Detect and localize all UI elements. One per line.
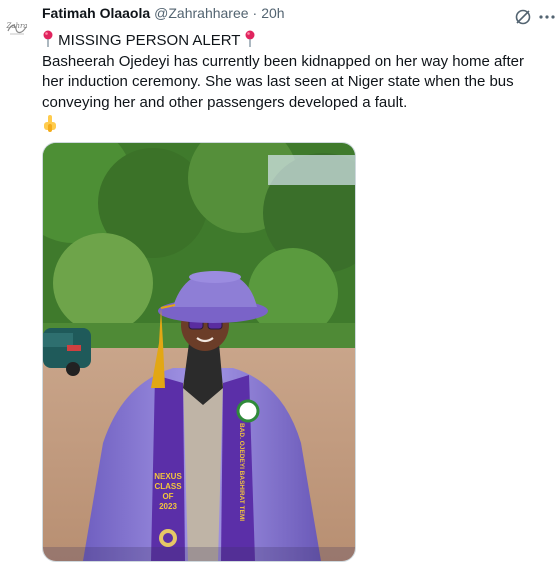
tweet: Zahra Fatimah Olaaola @Zahrahharee · 20h… <box>0 0 560 566</box>
grok-button[interactable] <box>514 8 532 26</box>
more-button[interactable] <box>538 8 556 26</box>
author-display-name[interactable]: Fatimah Olaaola <box>42 5 150 21</box>
author-handle[interactable]: @Zahrahharee <box>154 5 248 21</box>
round-pushpin-icon <box>42 30 54 48</box>
more-icon <box>539 15 555 19</box>
tweet-body-line: Basheerah Ojedeyi has currently been kid… <box>42 52 524 70</box>
round-pushpin-icon <box>244 30 256 48</box>
alert-text: MISSING PERSON ALERT <box>58 32 241 49</box>
avatar-logo-icon: Zahra <box>3 15 31 43</box>
tweet-body-line: conveying her and other passengers devel… <box>42 93 408 111</box>
header-separator: · <box>252 5 258 21</box>
stole-text-line: NEXUS <box>154 472 182 481</box>
stole-text-line: 2023 <box>159 502 177 511</box>
stole-text-line: OF <box>162 492 173 501</box>
author-avatar[interactable]: Zahra <box>2 14 32 44</box>
backhand-index-pointing-down-icon <box>42 115 552 140</box>
grok-icon <box>515 9 531 25</box>
tweet-header: Fatimah Olaaola @Zahrahharee · 20h <box>42 2 500 24</box>
tweet-text: MISSING PERSON ALERT Basheerah Ojedeyi h… <box>42 30 552 140</box>
avatar-text: Zahra <box>5 22 27 30</box>
graduate-photo: NEXUS CLASS OF 2023 BAD. OJEDEYI BASHIRA… <box>43 143 355 561</box>
stole-side-text: BAD. OJEDEYI BASHIRAT TEMI <box>238 423 245 521</box>
tweet-timestamp[interactable]: 20h <box>261 5 284 21</box>
stole-text-line: CLASS <box>154 482 182 491</box>
tweet-body-line: her induction ceremony. She was last see… <box>42 73 514 90</box>
tweet-photo[interactable]: NEXUS CLASS OF 2023 BAD. OJEDEYI BASHIRA… <box>42 142 356 562</box>
alert-line: MISSING PERSON ALERT <box>42 30 552 52</box>
